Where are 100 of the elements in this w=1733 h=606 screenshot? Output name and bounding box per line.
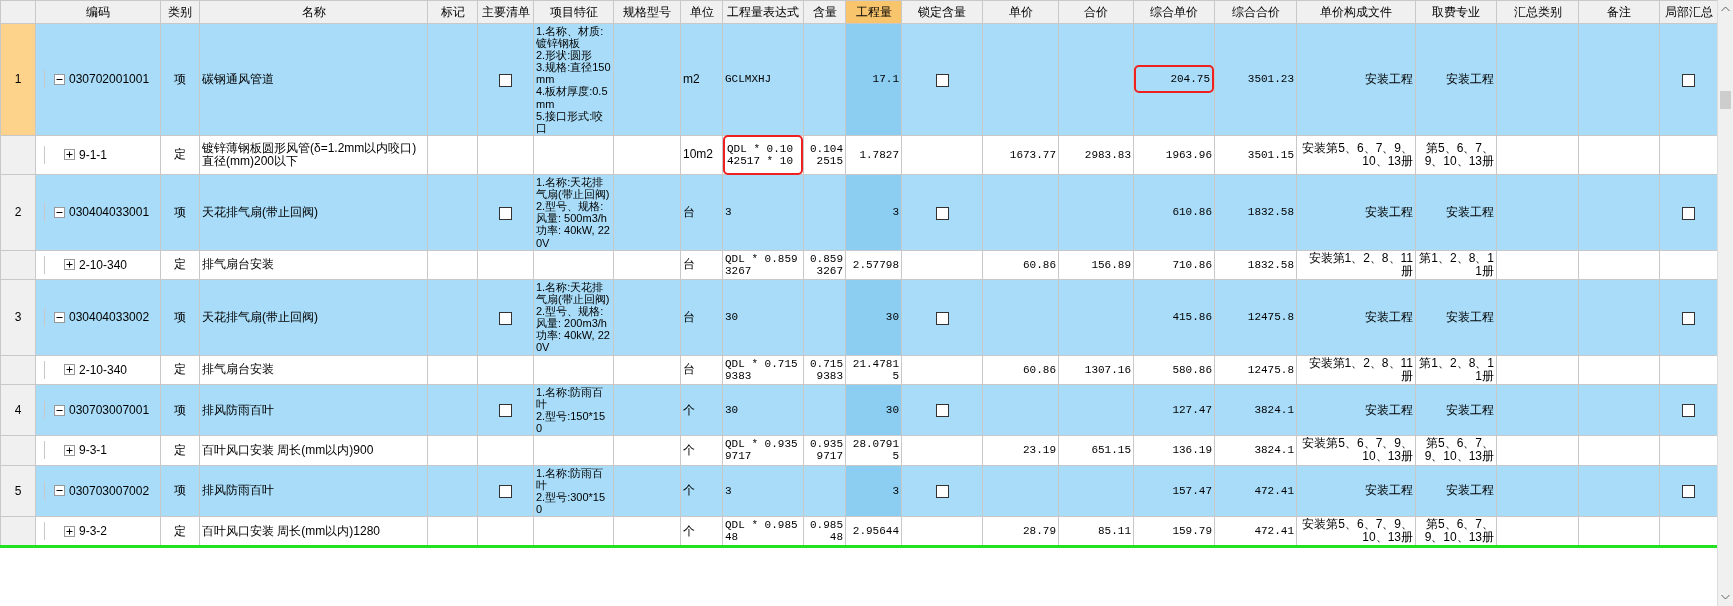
- content-cell-text: 0.7159383: [809, 357, 843, 382]
- column-header[interactable]: 主要清单: [477, 0, 534, 24]
- expand-icon[interactable]: [64, 259, 75, 271]
- column-header[interactable]: 单价: [982, 0, 1059, 24]
- total-price-cell-text: 85.11: [1097, 525, 1131, 538]
- price-file-cell-text: 安装第1、2、8、11册: [1307, 356, 1413, 383]
- price-file-cell-text: 安装工程: [1364, 205, 1413, 219]
- price-file-cell-text: 安装第5、6、7、9、10、13册: [1301, 437, 1413, 464]
- row-number[interactable]: 1: [0, 23, 36, 136]
- name-cell-text: 天花排气扇(带止回阀): [202, 310, 319, 324]
- expression-cell-text: QDL * 0.7159383: [725, 357, 799, 382]
- row-number[interactable]: 5: [0, 465, 36, 517]
- vertical-scrollbar[interactable]: [1717, 0, 1733, 606]
- collapse-icon[interactable]: [54, 311, 65, 323]
- checkbox[interactable]: [935, 206, 949, 220]
- quantity-cell-text: 2.95644: [851, 525, 899, 538]
- price-file-cell-text: 安装工程: [1364, 484, 1413, 498]
- column-header[interactable]: 合价: [1058, 0, 1134, 24]
- price-file-cell-text: 安装第5、6、7、9、10、13册: [1301, 141, 1413, 169]
- scrollbar-thumb[interactable]: [1720, 91, 1731, 109]
- row-number[interactable]: 4: [0, 384, 36, 436]
- checkbox[interactable]: [935, 485, 949, 499]
- composite-total-cell-text: 1832.58: [1246, 258, 1294, 271]
- type-cell-text: 项: [173, 205, 187, 219]
- checkbox[interactable]: [935, 311, 949, 325]
- item-code: 030404033002: [69, 309, 150, 327]
- collapse-icon[interactable]: [54, 404, 65, 416]
- name-cell-text: 排气扇台安装: [202, 258, 275, 272]
- column-header[interactable]: 编码: [35, 0, 161, 24]
- column-header[interactable]: 标记: [427, 0, 478, 24]
- column-header[interactable]: 取费专业: [1415, 0, 1497, 24]
- checkbox[interactable]: [499, 485, 512, 499]
- content-cell-text: 0.98548: [809, 519, 843, 544]
- item-code: 2-10-340: [79, 361, 128, 379]
- column-header[interactable]: 工程量表达式: [722, 0, 804, 24]
- checkbox[interactable]: [935, 73, 949, 87]
- name-cell-text: 排风防雨百叶: [202, 403, 275, 417]
- column-header[interactable]: 综合单价: [1133, 0, 1215, 24]
- column-header[interactable]: 类别: [160, 0, 200, 24]
- type-cell-text: 项: [173, 403, 187, 417]
- expand-icon[interactable]: [64, 364, 75, 376]
- row-number[interactable]: 3: [0, 279, 36, 356]
- expand-icon[interactable]: [64, 525, 75, 537]
- checkbox[interactable]: [935, 404, 949, 418]
- price-file-cell-text: 安装工程: [1364, 403, 1413, 417]
- collapse-icon[interactable]: [54, 206, 65, 218]
- expression-cell-text: 3: [725, 206, 733, 219]
- expression-cell-text: 3: [725, 484, 733, 497]
- column-header[interactable]: 含量: [803, 0, 846, 24]
- quantity-cell-text: 1.7827: [858, 148, 899, 161]
- composite-total-cell-text: 1832.58: [1246, 206, 1294, 219]
- row-number[interactable]: 2: [0, 174, 36, 251]
- fee-category-cell-text: 第5、6、7、9、10、13册: [1423, 141, 1494, 169]
- total-price-cell-text: 651.15: [1090, 444, 1131, 457]
- type-cell-text: 定: [173, 524, 187, 538]
- checkbox[interactable]: [499, 73, 512, 87]
- quantity-cell-text: 2.57798: [851, 258, 899, 271]
- collapse-icon[interactable]: [54, 485, 65, 497]
- fee-category-cell-text: 第5、6、7、9、10、13册: [1423, 518, 1494, 545]
- expand-icon[interactable]: [64, 149, 75, 161]
- fee-category-cell-text: 安装工程: [1445, 72, 1494, 86]
- column-header[interactable]: 综合合价: [1214, 0, 1297, 24]
- fee-category-cell-text: 安装工程: [1445, 310, 1494, 324]
- checkbox[interactable]: [499, 404, 512, 418]
- column-header[interactable]: 局部汇总: [1659, 0, 1718, 24]
- checkbox[interactable]: [1682, 485, 1695, 499]
- name-cell-text: 排气扇台安装: [202, 363, 275, 377]
- collapse-icon[interactable]: [54, 73, 65, 85]
- composite-price-cell-text: 710.86: [1171, 258, 1212, 271]
- column-header[interactable]: 名称: [199, 0, 428, 24]
- column-header[interactable]: 项目特征: [533, 0, 614, 24]
- feature-cell-text: 1.名称:防雨百叶 2.型号:300*150: [536, 466, 607, 516]
- composite-total-cell-text: 12475.8: [1246, 363, 1294, 376]
- quantity-cell-text: 3: [891, 206, 899, 219]
- column-header[interactable]: 单价构成文件: [1296, 0, 1416, 24]
- expand-icon[interactable]: [64, 444, 75, 456]
- fee-category-cell: 第1、2、8、11册: [1418, 356, 1494, 383]
- quantity-cell-text: 17.1: [871, 73, 899, 86]
- column-header[interactable]: 规格型号: [613, 0, 681, 24]
- column-header[interactable]: 单位: [680, 0, 723, 24]
- composite-price-cell-text: 127.47: [1171, 404, 1212, 417]
- unit-cell-text: 10m2: [683, 148, 715, 162]
- column-header[interactable]: 锁定含量: [901, 0, 983, 24]
- checkbox[interactable]: [499, 311, 512, 325]
- checkbox[interactable]: [1682, 311, 1695, 325]
- price-file-cell-text: 安装第5、6、7、9、10、13册: [1301, 518, 1413, 545]
- column-header[interactable]: 汇总类别: [1496, 0, 1579, 24]
- column-header[interactable]: 备注: [1578, 0, 1660, 24]
- unit-price-cell-text: 60.86: [1022, 363, 1056, 376]
- column-header[interactable]: 工程量: [845, 0, 902, 24]
- checkbox[interactable]: [1682, 404, 1695, 418]
- checkbox[interactable]: [1682, 206, 1695, 220]
- content-cell-text: 0.8593267: [809, 252, 843, 277]
- total-price-cell-text: 156.89: [1090, 258, 1131, 271]
- fee-category-cell-text: 安装工程: [1445, 205, 1494, 219]
- unit-price-cell-text: 28.79: [1022, 525, 1056, 538]
- checkbox[interactable]: [499, 206, 512, 220]
- type-cell-text: 项: [173, 484, 187, 498]
- price-file-cell-text: 安装工程: [1364, 310, 1413, 324]
- checkbox[interactable]: [1682, 73, 1695, 87]
